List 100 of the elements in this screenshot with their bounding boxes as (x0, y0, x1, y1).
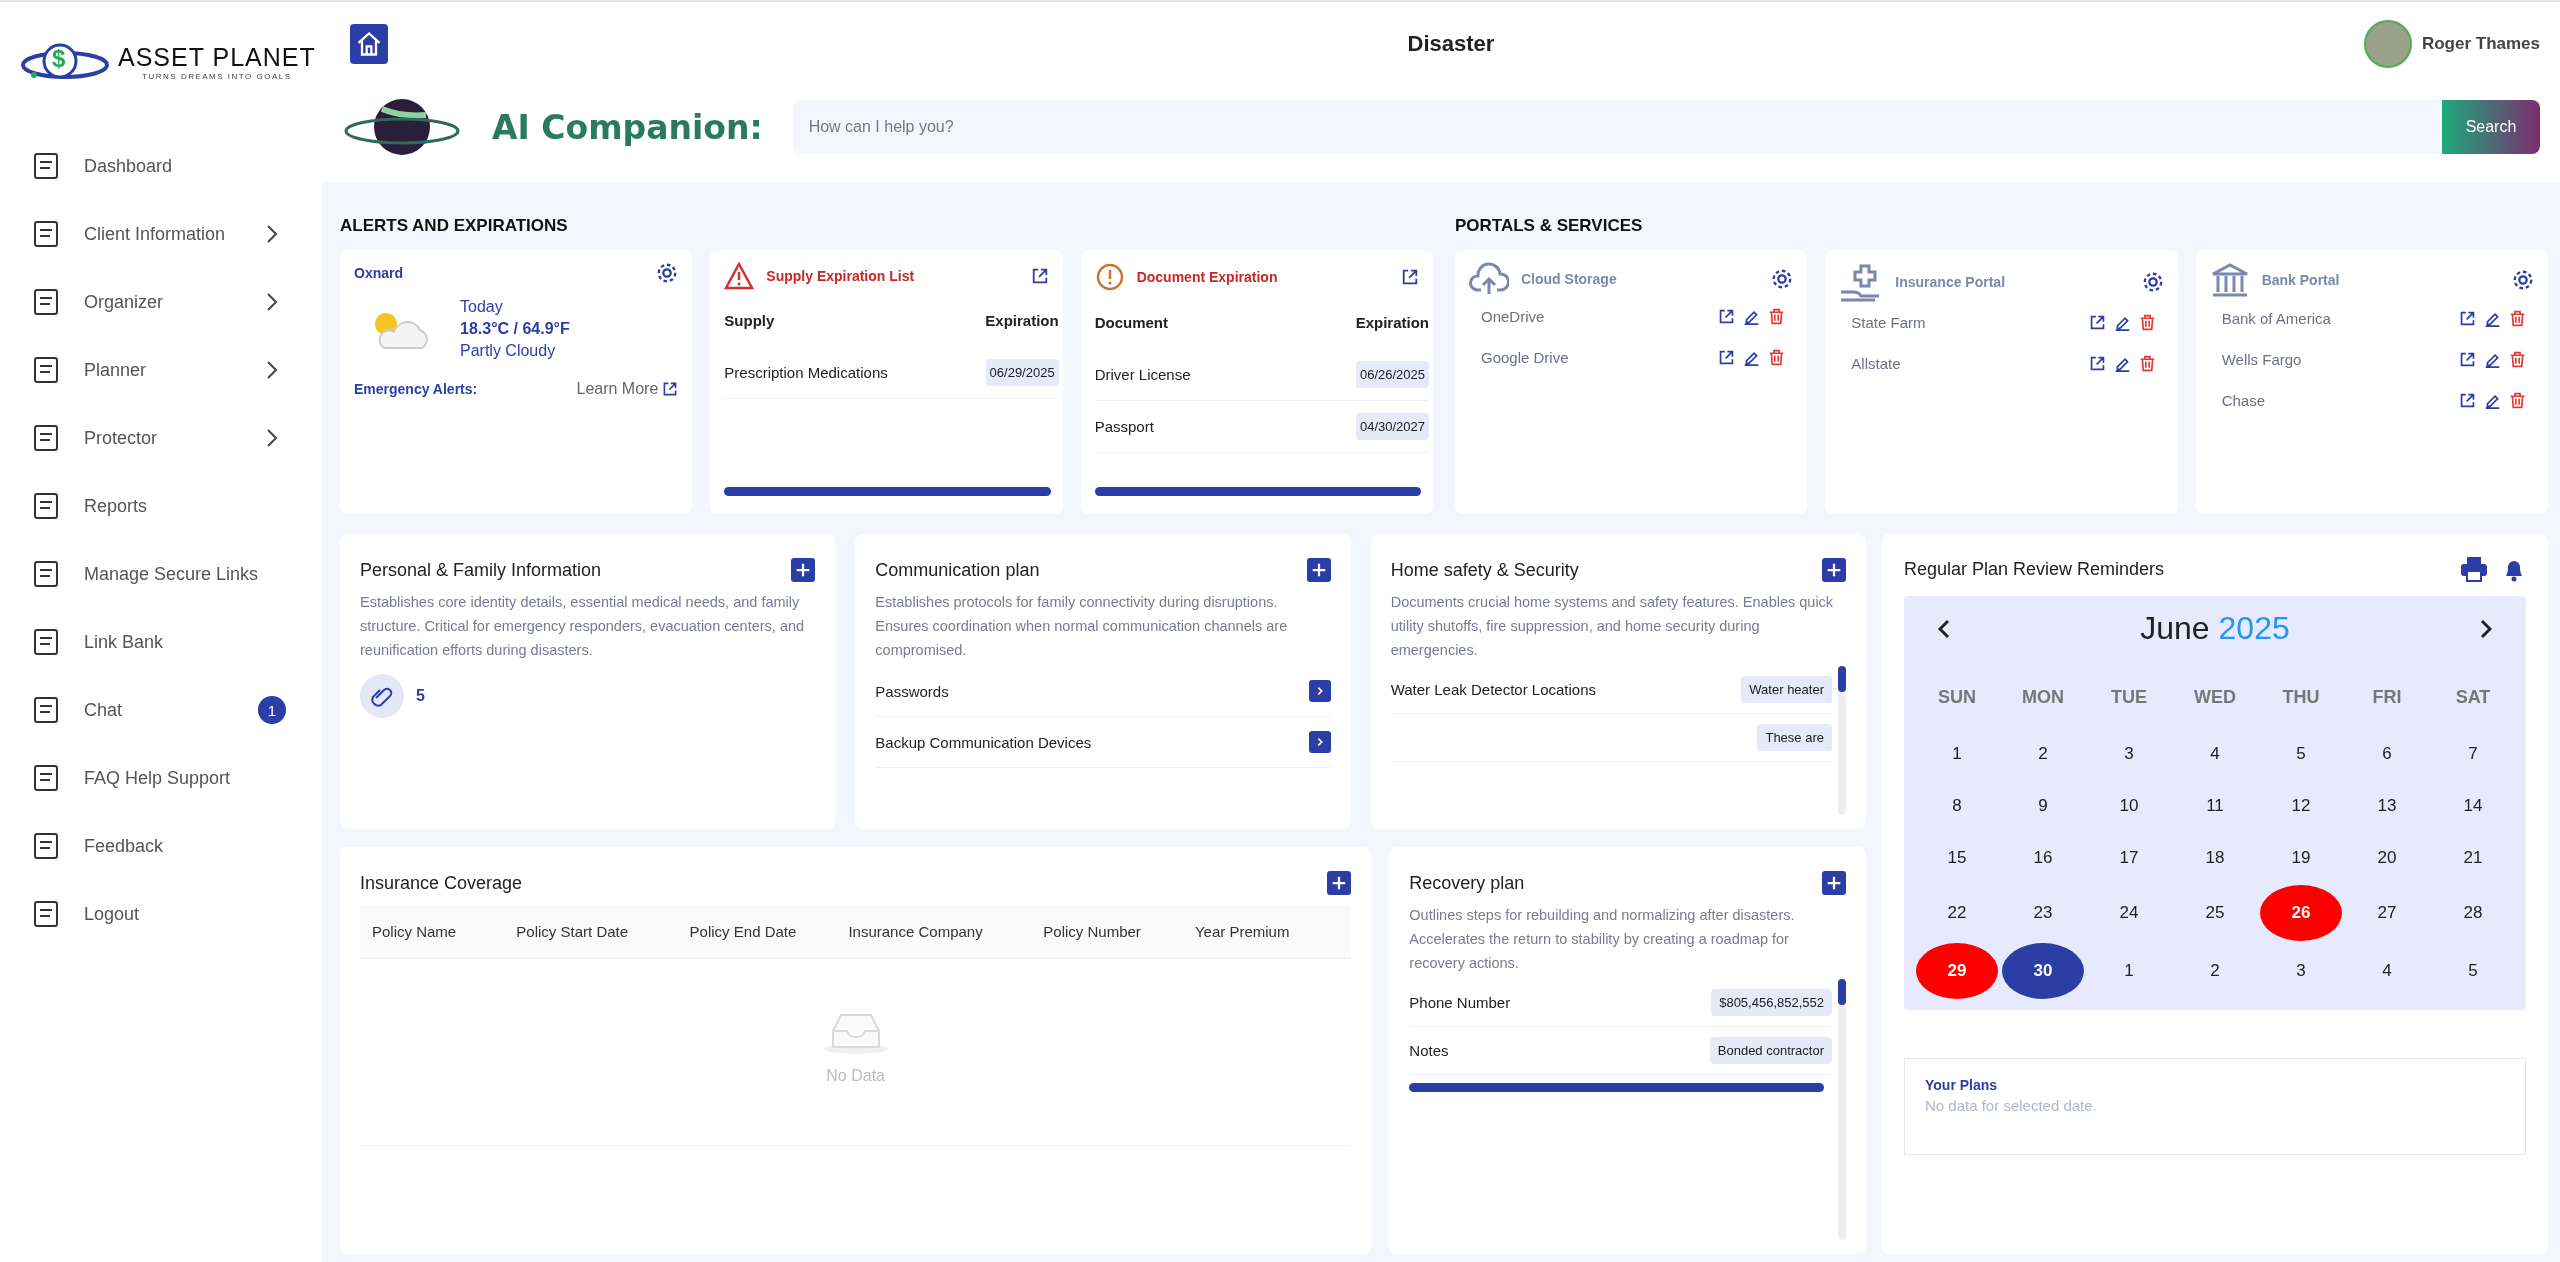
ai-search-field[interactable]: How can I help you? Search (792, 100, 2540, 154)
delete-icon[interactable] (1768, 349, 1786, 366)
calendar-day[interactable]: 29 (1916, 943, 1998, 999)
delete-icon[interactable] (2509, 392, 2526, 409)
edit-icon[interactable] (2484, 392, 2501, 409)
sidebar-item[interactable]: Organizer (20, 268, 290, 336)
calendar-day[interactable]: 4 (2372, 956, 2402, 986)
calendar-day[interactable]: 27 (2372, 898, 2402, 928)
edit-icon[interactable] (2113, 355, 2131, 372)
calendar-day[interactable]: 8 (1942, 791, 1972, 821)
edit-icon[interactable] (1743, 308, 1761, 325)
external-link-icon[interactable] (1718, 349, 1736, 366)
calendar-day[interactable]: 22 (1942, 898, 1972, 928)
edit-icon[interactable] (2484, 351, 2501, 368)
settings-icon[interactable] (2141, 271, 2164, 293)
external-link-icon[interactable] (2088, 355, 2106, 372)
home-button[interactable] (350, 24, 388, 64)
scrollbar[interactable] (1094, 487, 1421, 496)
external-link-icon[interactable] (1030, 267, 1049, 285)
calendar-day[interactable]: 5 (2286, 739, 2316, 769)
portal-link[interactable]: Allstate (1851, 355, 1901, 372)
sidebar-item[interactable]: Feedback (20, 812, 290, 880)
plan-link[interactable]: Backup Communication Devices (875, 733, 1092, 751)
calendar-day[interactable]: 2 (2200, 956, 2230, 986)
delete-icon[interactable] (2509, 310, 2526, 327)
sidebar-item[interactable]: Manage Secure Links (20, 540, 290, 608)
calendar-day[interactable]: 26 (2260, 885, 2342, 941)
calendar-day[interactable]: 4 (2200, 739, 2230, 769)
chevron-button[interactable] (1308, 731, 1331, 753)
calendar-day[interactable]: 7 (2458, 739, 2488, 769)
calendar-day[interactable]: 20 (2372, 843, 2402, 873)
settings-icon[interactable] (656, 262, 679, 284)
sidebar-item[interactable]: Logout (20, 880, 290, 948)
scrollbar[interactable] (1838, 979, 1846, 1005)
calendar-day[interactable]: 11 (2200, 791, 2230, 821)
calendar-day[interactable]: 24 (2114, 898, 2144, 928)
external-link-icon[interactable] (2088, 314, 2106, 331)
calendar-day[interactable]: 23 (2028, 898, 2058, 928)
scrollbar[interactable] (1838, 666, 1846, 692)
calendar-day[interactable]: 28 (2458, 898, 2488, 928)
edit-icon[interactable] (1743, 349, 1761, 366)
delete-icon[interactable] (1768, 308, 1786, 325)
add-button[interactable] (791, 558, 816, 582)
chevron-button[interactable] (1308, 680, 1331, 702)
edit-icon[interactable] (2113, 314, 2131, 331)
add-button[interactable] (1822, 558, 1846, 582)
calendar-day[interactable]: 25 (2200, 898, 2230, 928)
calendar-day[interactable]: 1 (2114, 956, 2144, 986)
portal-link[interactable]: OneDrive (1481, 308, 1545, 325)
add-button[interactable] (1822, 871, 1846, 895)
calendar-day[interactable]: 3 (2286, 956, 2316, 986)
portal-link[interactable]: Google Drive (1481, 349, 1569, 366)
sidebar-item[interactable]: Link Bank (20, 608, 290, 676)
user-name[interactable]: Roger Thames (2421, 34, 2540, 54)
sidebar-item[interactable]: Dashboard (20, 132, 290, 200)
calendar-day[interactable]: 13 (2372, 791, 2402, 821)
search-button[interactable]: Search (2442, 100, 2540, 154)
delete-icon[interactable] (2509, 351, 2526, 368)
delete-icon[interactable] (2138, 314, 2156, 331)
calendar-day[interactable]: 6 (2372, 739, 2402, 769)
avatar[interactable] (2363, 20, 2412, 68)
calendar-day[interactable]: 12 (2286, 791, 2316, 821)
portal-link[interactable]: Wells Fargo (2221, 351, 2302, 368)
calendar-day[interactable]: 10 (2114, 791, 2144, 821)
external-link-icon[interactable] (1401, 268, 1419, 286)
sidebar-item[interactable]: Chat 1 (20, 676, 290, 744)
calendar-day[interactable]: 5 (2458, 956, 2488, 986)
sidebar-item[interactable]: Client Information (20, 200, 290, 268)
calendar-day[interactable]: 9 (2028, 791, 2058, 821)
calendar-day[interactable]: 19 (2286, 843, 2316, 873)
calendar-day[interactable]: 16 (2028, 843, 2058, 873)
calendar-day[interactable]: 14 (2458, 791, 2488, 821)
calendar-day[interactable]: 21 (2458, 843, 2488, 873)
plan-link[interactable]: Passwords (875, 682, 949, 700)
add-button[interactable] (1306, 558, 1331, 582)
external-link-icon[interactable] (2459, 392, 2476, 409)
print-icon[interactable] (2460, 556, 2488, 582)
edit-icon[interactable] (2484, 310, 2501, 327)
calendar-day[interactable]: 17 (2114, 843, 2144, 873)
add-button[interactable] (1327, 871, 1352, 895)
calendar-day[interactable]: 3 (2114, 739, 2144, 769)
external-link-icon[interactable] (1718, 308, 1736, 325)
calendar-day[interactable]: 15 (1942, 843, 1972, 873)
calendar-day[interactable]: 30 (2002, 943, 2084, 999)
learn-more-link[interactable]: Learn More (576, 380, 679, 398)
calendar-day[interactable]: 2 (2028, 739, 2058, 769)
external-link-icon[interactable] (2459, 310, 2476, 327)
portal-link[interactable]: Chase (2221, 392, 2265, 409)
sidebar-item[interactable]: FAQ Help Support (20, 744, 290, 812)
delete-icon[interactable] (2138, 355, 2156, 372)
sidebar-item[interactable]: Planner (20, 336, 290, 404)
settings-icon[interactable] (2512, 269, 2534, 291)
portal-link[interactable]: Bank of America (2221, 310, 2331, 327)
portal-link[interactable]: State Farm (1851, 314, 1926, 331)
calendar-day[interactable]: 1 (1942, 739, 1972, 769)
sidebar-item[interactable]: Reports (20, 472, 290, 540)
scrollbar[interactable] (1409, 1083, 1824, 1092)
settings-icon[interactable] (1771, 268, 1794, 290)
sidebar-item[interactable]: Protector (20, 404, 290, 472)
scrollbar[interactable] (724, 487, 1051, 496)
